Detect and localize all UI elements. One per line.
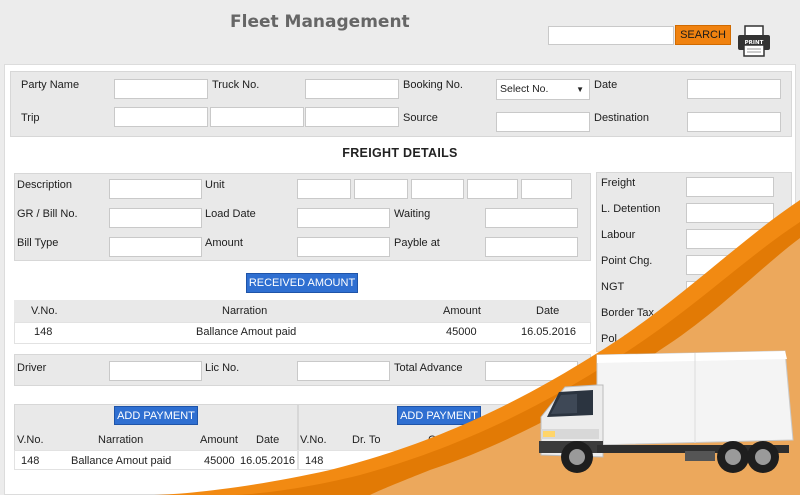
labour-field[interactable] bbox=[686, 229, 774, 249]
search-button[interactable]: SEARCH bbox=[675, 25, 731, 45]
payment-right-row-vno: 148 bbox=[305, 455, 324, 467]
charge-label-point-chg: Point Chg. bbox=[601, 255, 653, 267]
charge-label-border-tax: Border Tax bbox=[601, 307, 654, 319]
charge-label-pol-challan: Pol. Challan bbox=[601, 333, 661, 345]
point-chg-field[interactable] bbox=[686, 255, 774, 275]
received-col-date: Date bbox=[536, 305, 560, 317]
payment-right-col-vno: V.No. bbox=[300, 434, 327, 446]
payment-left-row-amount: 45000 bbox=[204, 455, 235, 467]
load-date-label: Load Date bbox=[205, 208, 256, 220]
add-payment-button-right[interactable]: ADD PAYMENT bbox=[397, 406, 481, 425]
freight-field[interactable] bbox=[686, 177, 774, 197]
destination-label: Destination bbox=[594, 112, 650, 124]
print-label: PRINT bbox=[745, 40, 764, 46]
charge-label-freight: Freight bbox=[601, 177, 636, 189]
description-field[interactable] bbox=[109, 179, 202, 199]
driver-label: Driver bbox=[17, 362, 47, 374]
lic-no-field[interactable] bbox=[297, 361, 390, 381]
amount-label: Amount bbox=[205, 237, 243, 249]
truck-illustration bbox=[539, 350, 794, 473]
print-icon[interactable]: PRINT bbox=[736, 24, 772, 58]
add-payment-button-left[interactable]: ADD PAYMENT bbox=[114, 406, 198, 425]
payment-left-col-narration: Narration bbox=[98, 434, 144, 446]
payble-at-label: Payble at bbox=[394, 237, 440, 249]
waiting-label: Waiting bbox=[394, 208, 431, 220]
unit-field-3[interactable] bbox=[411, 179, 464, 199]
received-table-header bbox=[14, 300, 591, 322]
payment-left-row-vno: 148 bbox=[21, 455, 40, 467]
truck-no-field[interactable] bbox=[305, 79, 399, 99]
driver-field[interactable] bbox=[109, 361, 202, 381]
unit-field-4[interactable] bbox=[467, 179, 518, 199]
trip-label: Trip bbox=[21, 112, 40, 124]
border-tax-field[interactable] bbox=[686, 307, 774, 327]
payment-right-col-dr-to: Dr. To bbox=[352, 434, 381, 446]
payment-left-col-vno: V.No. bbox=[17, 434, 44, 446]
l-detention-field[interactable] bbox=[686, 203, 774, 223]
gr-bill-no-field[interactable] bbox=[109, 208, 202, 228]
source-label: Source bbox=[403, 112, 438, 124]
received-row-narration: Ballance Amout paid bbox=[196, 326, 297, 338]
party-name-label: Party Name bbox=[21, 79, 80, 91]
total-advance-label: Total Advance bbox=[394, 362, 463, 374]
gr-bill-no-label: GR / Bill No. bbox=[17, 208, 78, 220]
date-field[interactable] bbox=[687, 79, 781, 99]
received-col-vno: V.No. bbox=[31, 305, 58, 317]
unit-field-5[interactable] bbox=[521, 179, 572, 199]
charge-label-ngt: NGT bbox=[601, 281, 625, 293]
charge-label-l-detention: L. Detention bbox=[601, 203, 661, 215]
trip-field-1[interactable] bbox=[114, 107, 208, 127]
freight-details-title: FREIGHT DETAILS bbox=[342, 146, 458, 160]
unit-field-2[interactable] bbox=[354, 179, 408, 199]
table-row[interactable] bbox=[14, 322, 591, 344]
received-row-date: 16.05.2016 bbox=[521, 326, 577, 338]
truck-no-label: Truck No. bbox=[212, 79, 260, 91]
received-col-narration: Narration bbox=[222, 305, 268, 317]
trip-field-2[interactable] bbox=[210, 107, 304, 127]
payment-left-row-date: 16.05.2016 bbox=[240, 455, 296, 467]
ngt-field[interactable] bbox=[686, 281, 774, 301]
booking-no-select[interactable]: Select No. ▼ bbox=[496, 79, 590, 100]
bill-type-field[interactable] bbox=[109, 237, 202, 257]
unit-field-1[interactable] bbox=[297, 179, 351, 199]
waiting-field[interactable] bbox=[485, 208, 578, 228]
booking-no-select-value: Select No. bbox=[500, 83, 549, 95]
date-label: Date bbox=[594, 79, 618, 91]
search-input[interactable] bbox=[548, 26, 674, 45]
amount-field[interactable] bbox=[297, 237, 390, 257]
party-name-field[interactable] bbox=[114, 79, 208, 99]
source-field[interactable] bbox=[496, 112, 590, 132]
payble-at-field[interactable] bbox=[485, 237, 578, 257]
trip-field-3[interactable] bbox=[305, 107, 399, 127]
lic-no-label: Lic No. bbox=[205, 362, 240, 374]
dropdown-caret-icon: ▼ bbox=[576, 85, 584, 94]
description-label: Description bbox=[17, 179, 73, 191]
payment-left-col-amount: Amount bbox=[200, 434, 238, 446]
received-col-amount: Amount bbox=[443, 305, 481, 317]
payment-right-col-cr-to: Cr. T bbox=[428, 434, 452, 446]
payment-left-row-narration: Ballance Amout paid bbox=[71, 455, 172, 467]
load-date-field[interactable] bbox=[297, 208, 390, 228]
app-title: Fleet Management bbox=[230, 12, 410, 32]
charge-label-labour: Labour bbox=[601, 229, 636, 241]
received-row-amount: 45000 bbox=[446, 326, 477, 338]
received-row-vno: 148 bbox=[34, 326, 53, 338]
payment-left-col-date: Date bbox=[256, 434, 280, 446]
booking-no-label: Booking No. bbox=[403, 79, 463, 91]
destination-field[interactable] bbox=[687, 112, 781, 132]
unit-label: Unit bbox=[205, 179, 225, 191]
received-amount-button[interactable]: RECEIVED AMOUNT bbox=[246, 273, 358, 293]
bill-type-label: Bill Type bbox=[17, 237, 59, 249]
